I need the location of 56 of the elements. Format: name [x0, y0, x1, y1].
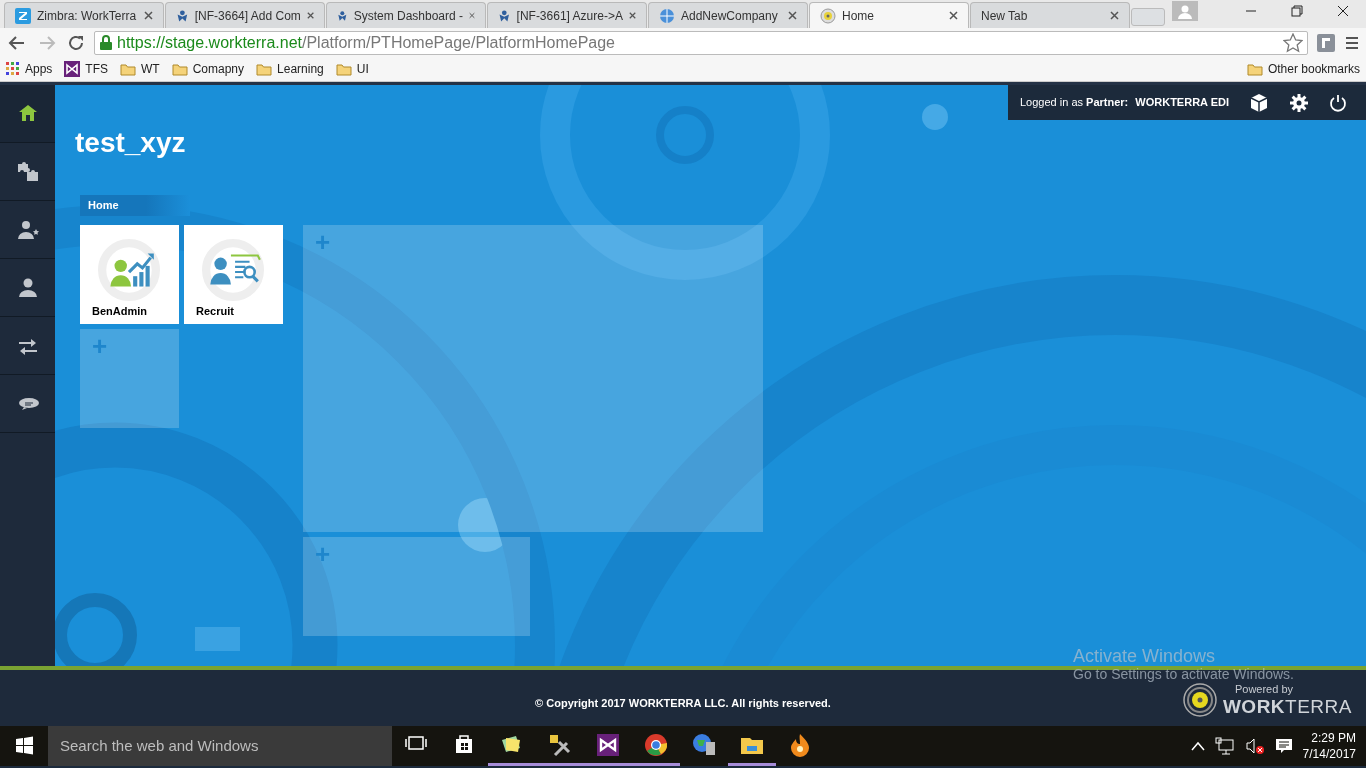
chevron-up-icon[interactable] [1190, 741, 1205, 751]
brand-name: WORKTERRA [1222, 697, 1352, 716]
page-title: test_xyz [75, 126, 187, 160]
muted-speaker-icon[interactable] [1244, 737, 1265, 755]
folder-icon [120, 62, 137, 76]
bookmark[interactable]: UI [335, 60, 369, 78]
notification-icon[interactable] [1274, 737, 1293, 755]
sidebar-item[interactable] [0, 85, 55, 143]
powered-by-text: Powered by [1234, 684, 1295, 695]
benadmin-app-icon [98, 239, 160, 301]
globe-icon [659, 7, 675, 24]
copyright-text: © Copyright 2017 WORKTERRA LLC. All rights reserved. [535, 695, 831, 711]
app-tile[interactable]: Recruit [184, 225, 283, 324]
folder-icon [256, 62, 273, 76]
activation-message: Go to Settings to activate Windows. [1073, 666, 1294, 682]
address-field[interactable]: https://stage.workterra.net/Platform/PTHomePage/PlatformHomePage [94, 30, 1308, 55]
target-logo-icon [1182, 683, 1217, 717]
browser-tab[interactable]: [NF-3661] Azure->A [487, 2, 647, 28]
box-icon[interactable] [1249, 92, 1269, 113]
extension-icon[interactable] [1316, 32, 1336, 53]
settings-icon[interactable] [1289, 92, 1309, 113]
browser-tab[interactable]: AddNewCompany [648, 2, 808, 28]
bowtie-icon [64, 61, 81, 77]
clock-date[interactable]: 7/14/2017 [1302, 746, 1356, 762]
z-logo-icon [15, 7, 31, 24]
figure-icon [176, 7, 189, 24]
bookmark[interactable]: Apps [6, 60, 53, 78]
browser-tab[interactable]: New Tab [970, 2, 1130, 28]
recruit-app-icon [202, 239, 264, 301]
bookmark[interactable]: WT [120, 60, 160, 78]
activation-title: Activate Windows [1073, 646, 1216, 666]
power-icon[interactable] [1329, 93, 1347, 112]
url-text: https://stage.workterra.net/Platform/PTHomePage/PlatformHomePage [117, 32, 616, 53]
folder-icon [171, 62, 188, 76]
bookmark[interactable]: Comapny [171, 60, 245, 78]
bookmark[interactable]: Other bookmarks [1246, 60, 1360, 78]
close-icon[interactable] [949, 11, 958, 20]
network-icon[interactable] [1214, 737, 1235, 755]
apps-grid-icon [6, 62, 20, 76]
app-tile[interactable]: BenAdmin [80, 225, 179, 324]
browser-tab[interactable]: Home [809, 2, 969, 28]
login-status: Logged in as Partner: WORKTERRA EDI [1020, 95, 1229, 111]
star-icon[interactable] [1283, 32, 1303, 53]
browser-tab[interactable]: System Dashboard - [326, 2, 486, 28]
target-icon [820, 7, 836, 24]
breadcrumb[interactable]: Home [80, 195, 190, 216]
menu-icon[interactable] [1344, 34, 1360, 51]
folder-icon [1246, 62, 1263, 76]
browser-tab[interactable]: [NF-3664] Add Com [165, 2, 325, 28]
clock-time[interactable]: 2:29 PM [1311, 730, 1356, 746]
search-field[interactable]: Search the web and Windows [48, 726, 392, 766]
folder-icon [335, 62, 352, 76]
bookmark[interactable]: TFS [64, 60, 109, 78]
browser-tab[interactable]: Zimbra: WorkTerra [4, 2, 164, 28]
bookmark[interactable]: Learning [256, 60, 324, 78]
lock-icon [99, 34, 113, 51]
